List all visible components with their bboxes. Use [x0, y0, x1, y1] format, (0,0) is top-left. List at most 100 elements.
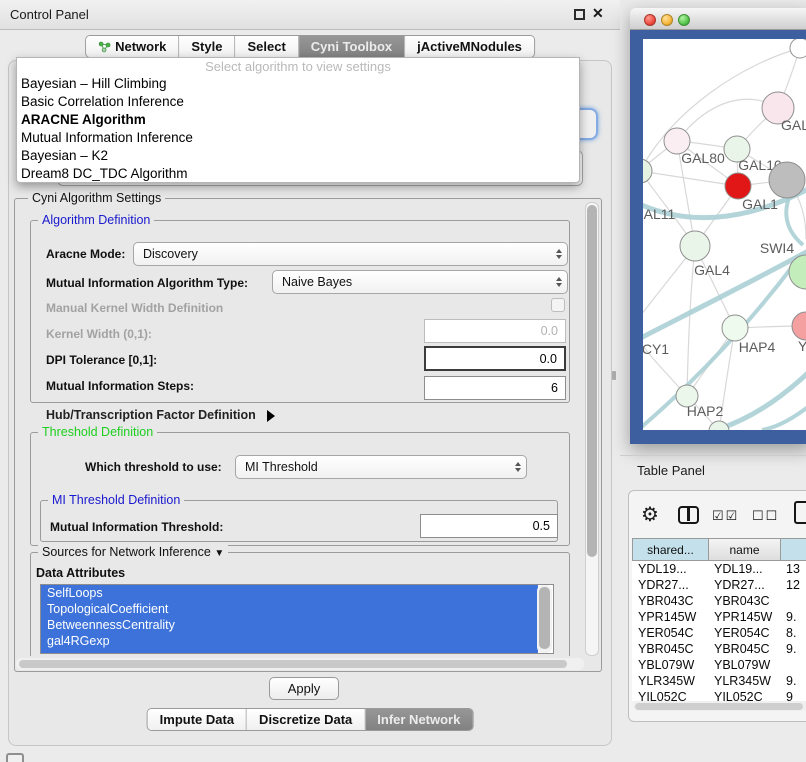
apply-button[interactable]: Apply: [269, 677, 339, 700]
deselect-all-columns-icon[interactable]: ☐☐: [752, 508, 779, 524]
tab-discretize-data[interactable]: Discretize Data: [246, 709, 364, 730]
aracne-mode-label: Aracne Mode:: [46, 247, 125, 261]
select-all-columns-icon[interactable]: ☑☑: [712, 508, 739, 524]
settings-horizontal-scrollbar[interactable]: [16, 658, 584, 670]
minimized-window-icon[interactable]: [6, 753, 24, 762]
table-cell: YIL052C: [632, 689, 708, 701]
network-node[interactable]: [790, 39, 806, 58]
algorithm-dropdown-prompt: Select algorithm to view settings: [17, 58, 579, 75]
table-row[interactable]: YBR043CYBR043C: [632, 593, 806, 609]
settings-vscroll-thumb[interactable]: [587, 205, 597, 557]
hub-definition-expander[interactable]: Hub/Transcription Factor Definition: [46, 408, 275, 422]
apply-label: Apply: [288, 681, 321, 696]
data-attributes-list[interactable]: SelfLoopsTopologicalCoefficientBetweenne…: [40, 584, 554, 654]
network-window-titlebar[interactable]: [630, 8, 806, 30]
tab-cyni-toolbox[interactable]: Cyni Toolbox: [298, 36, 404, 57]
table-cell: 9.: [780, 641, 806, 657]
panel-splitter-handle[interactable]: [612, 371, 616, 380]
tab-select[interactable]: Select: [234, 36, 297, 57]
algorithm-option[interactable]: Mutual Information Inference: [17, 129, 579, 147]
node-label: Y: [798, 338, 806, 354]
close-icon[interactable]: ✕: [592, 5, 604, 22]
table-cell: YBR045C: [708, 641, 780, 657]
table-row[interactable]: YDL19...YDL19...13: [632, 561, 806, 577]
network-node-y[interactable]: [792, 312, 806, 340]
stepper-icon: [515, 462, 521, 472]
network-node-gal4[interactable]: [680, 231, 710, 261]
network-canvas[interactable]: GALGAL80GAL10GAL1GAL11GAL4SWI4GCY1HAP4YH…: [643, 39, 806, 430]
table-row[interactable]: YBR045CYBR045C9.: [632, 641, 806, 657]
table-cell: YDL19...: [632, 561, 708, 577]
table-cell: YDR27...: [708, 577, 780, 593]
node-label: GAL: [781, 117, 806, 133]
which-threshold-select[interactable]: MI Threshold: [235, 455, 527, 479]
aracne-mode-select[interactable]: Discovery: [133, 242, 568, 266]
kernel-width-label: Kernel Width (0,1):: [46, 327, 152, 341]
network-node[interactable]: [769, 162, 805, 198]
algorithm-option[interactable]: Bayesian – Hill Climbing: [17, 75, 579, 93]
column-header[interactable]: name: [709, 539, 781, 560]
table-row[interactable]: YDR27...YDR27...12: [632, 577, 806, 593]
table-row[interactable]: YER054CYER054C8.: [632, 625, 806, 641]
network-node-gal11[interactable]: [643, 159, 652, 183]
table-cell: 12: [780, 577, 806, 593]
attributes-scroll-thumb[interactable]: [539, 587, 550, 649]
mi-steps-field[interactable]: 6: [424, 376, 566, 400]
attribute-item[interactable]: SelfLoops: [41, 585, 538, 601]
zoom-traffic-icon[interactable]: [678, 14, 690, 26]
mi-threshold-field[interactable]: 0.5: [420, 514, 558, 538]
algorithm-option[interactable]: Basic Correlation Inference: [17, 93, 579, 111]
algorithm-option[interactable]: Dream8 DC_TDC Algorithm: [17, 165, 579, 183]
mi-type-label: Mutual Information Algorithm Type:: [46, 276, 248, 290]
table-cell: YBL079W: [632, 657, 708, 673]
node-label: GAL11: [643, 206, 675, 222]
network-node-hap4[interactable]: [722, 315, 748, 341]
table-cell: YPR145W: [632, 609, 708, 625]
control-panel-header: Control Panel ✕: [0, 0, 620, 30]
tab-jactivemnodules[interactable]: jActiveMNodules: [404, 36, 534, 57]
table-header-row: shared...name: [632, 538, 806, 561]
expander-down-icon[interactable]: ▼: [214, 548, 224, 559]
mi-steps-label: Mutual Information Steps:: [46, 379, 194, 393]
mi-threshold-value: 0.5: [533, 519, 550, 533]
table-row[interactable]: YIL052CYIL052C9: [632, 689, 806, 701]
tab-impute-data[interactable]: Impute Data: [148, 709, 246, 730]
attribute-item[interactable]: gal4RGexp: [41, 633, 538, 649]
table-body[interactable]: YDL19...YDL19...13YDR27...YDR27...12YBR0…: [632, 561, 806, 701]
settings-hscroll-thumb[interactable]: [19, 660, 567, 668]
table-hscroll-thumb[interactable]: [635, 703, 803, 710]
table-row[interactable]: YLR345WYLR345W9.: [632, 673, 806, 689]
close-traffic-icon[interactable]: [644, 14, 656, 26]
attributes-scrollbar[interactable]: [537, 585, 552, 653]
settings-vertical-scrollbar[interactable]: [585, 202, 599, 656]
manual-kernel-checkbox[interactable]: [551, 298, 565, 312]
attribute-item[interactable]: BetweennessCentrality: [41, 617, 538, 633]
minimize-traffic-icon[interactable]: [661, 14, 673, 26]
network-graph[interactable]: GALGAL80GAL10GAL1GAL11GAL4SWI4GCY1HAP4YH…: [643, 39, 806, 430]
tab-infer-network[interactable]: Infer Network: [364, 709, 472, 730]
table-row[interactable]: YBL079WYBL079W: [632, 657, 806, 673]
attribute-item[interactable]: TopologicalCoefficient: [41, 601, 538, 617]
table-cell: YER054C: [632, 625, 708, 641]
mi-steps-value: 6: [551, 381, 558, 395]
table-cell: YIL052C: [708, 689, 780, 701]
algorithm-option[interactable]: ARACNE Algorithm: [17, 111, 579, 129]
gear-icon[interactable]: ⚙: [641, 502, 659, 527]
table-row[interactable]: YPR145WYPR145W9.: [632, 609, 806, 625]
column-view-icon[interactable]: [678, 506, 699, 524]
node-label: HAP2: [687, 403, 724, 419]
dpi-tolerance-field[interactable]: 0.0: [424, 346, 566, 371]
network-view-window[interactable]: GALGAL80GAL10GAL1GAL11GAL4SWI4GCY1HAP4YH…: [630, 8, 806, 444]
attribute-item-partial: [41, 649, 538, 654]
mi-algorithm-type-select[interactable]: Naive Bayes: [272, 270, 568, 294]
column-header[interactable]: shared...: [633, 539, 709, 560]
document-icon[interactable]: [794, 501, 806, 524]
kernel-width-field[interactable]: 0.0: [424, 319, 566, 343]
column-header[interactable]: [781, 539, 806, 560]
float-window-icon[interactable]: [574, 9, 585, 20]
table-horizontal-scrollbar[interactable]: [633, 701, 806, 711]
tab-network[interactable]: Network: [86, 36, 178, 57]
tab-style[interactable]: Style: [178, 36, 234, 57]
mi-type-value: Naive Bayes: [282, 275, 352, 289]
algorithm-option[interactable]: Bayesian – K2: [17, 147, 579, 165]
